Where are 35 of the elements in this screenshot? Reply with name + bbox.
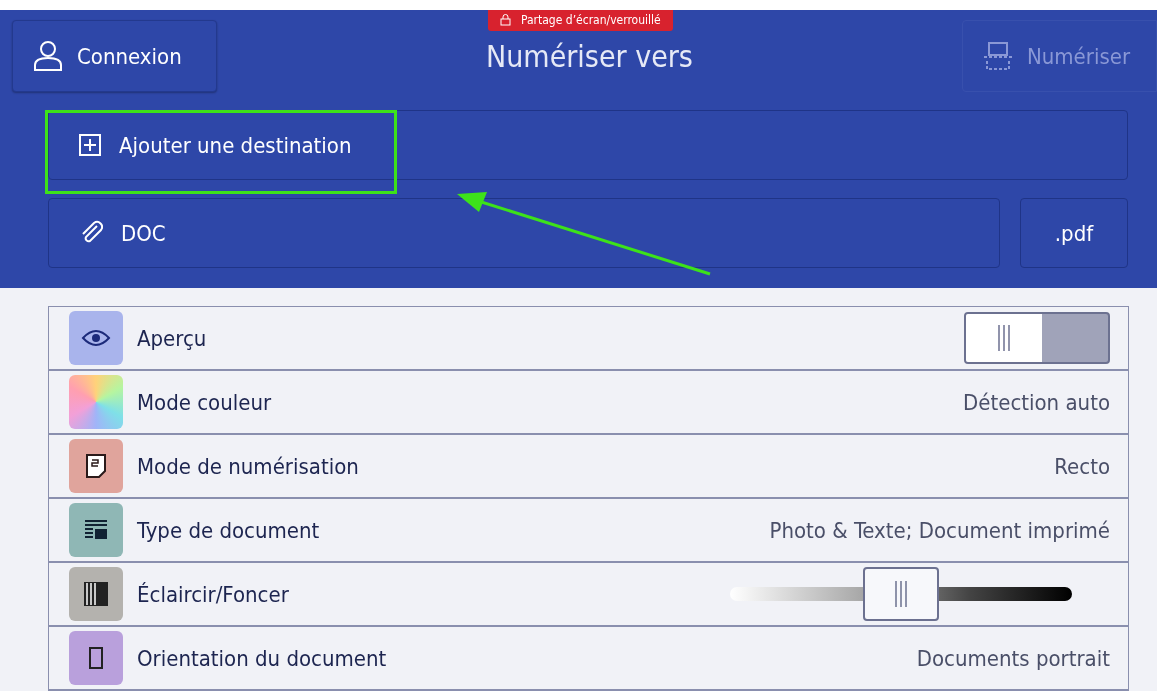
settings-row[interactable]: Mode couleur Détection auto bbox=[49, 371, 1128, 435]
setting-label: Orientation du document bbox=[137, 645, 388, 671]
setting-label: Aperçu bbox=[137, 325, 208, 351]
page-title: Numériser vers bbox=[486, 38, 693, 74]
plus-box-icon bbox=[79, 134, 101, 156]
contrast-icon bbox=[83, 581, 109, 607]
badge-text: Partage d’écran/verrouillé bbox=[521, 13, 661, 27]
document-name-field[interactable]: DOC bbox=[48, 198, 1000, 268]
setting-label: Mode couleur bbox=[137, 389, 273, 415]
settings-row[interactable]: Mode de numérisation Recto bbox=[49, 435, 1128, 499]
scanner-icon bbox=[983, 41, 1013, 71]
settings-row[interactable]: Éclaircir/Foncer bbox=[49, 563, 1128, 627]
slider-thumb[interactable] bbox=[863, 567, 939, 621]
eye-icon bbox=[81, 328, 111, 348]
user-icon bbox=[33, 40, 63, 72]
settings-row[interactable]: Aperçu bbox=[49, 307, 1128, 371]
setting-label: Type de document bbox=[137, 517, 321, 543]
setting-label: Mode de numérisation bbox=[137, 453, 360, 479]
toggle-thumb[interactable] bbox=[966, 314, 1042, 362]
settings-row[interactable]: Orientation du document Documents portrait bbox=[49, 627, 1128, 691]
page-icon bbox=[85, 453, 107, 479]
color-wheel-icon bbox=[69, 375, 123, 429]
orientation-icon bbox=[89, 647, 103, 669]
add-destination-button[interactable]: Ajouter une destination bbox=[48, 110, 1128, 180]
setting-value: Documents portrait bbox=[916, 645, 1110, 671]
settings-row[interactable]: Type de document Photo & Texte; Document imprimé bbox=[49, 499, 1128, 563]
document-type-icon bbox=[83, 518, 109, 542]
setting-value: Photo & Texte; Document imprimé bbox=[769, 517, 1110, 543]
setting-value: Détection auto bbox=[963, 389, 1110, 415]
file-format-button[interactable]: .pdf bbox=[1020, 198, 1128, 268]
setting-label: Éclaircir/Foncer bbox=[137, 581, 290, 607]
preview-toggle[interactable] bbox=[964, 312, 1110, 364]
login-button[interactable]: Connexion bbox=[12, 20, 217, 92]
lock-icon bbox=[500, 14, 511, 26]
setting-value: Recto bbox=[1054, 453, 1110, 479]
